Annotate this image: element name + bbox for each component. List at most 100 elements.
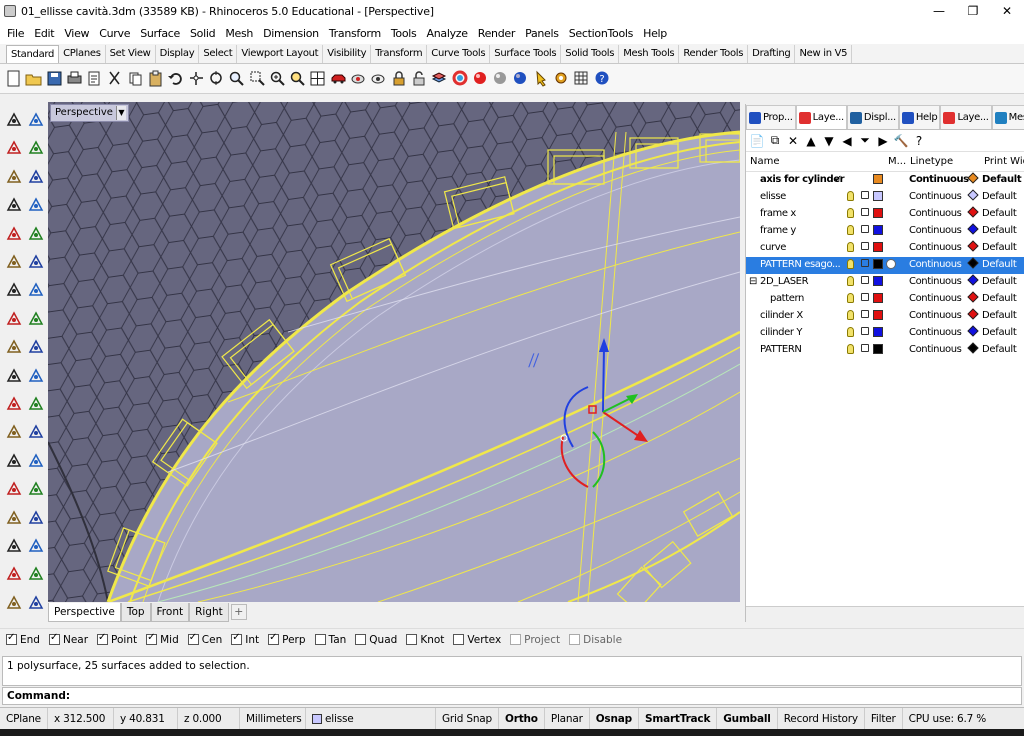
- move-down-icon[interactable]: ▼: [822, 134, 836, 148]
- car-icon[interactable]: [329, 68, 348, 89]
- toolbar-tab-curve-tools[interactable]: Curve Tools: [427, 45, 491, 63]
- toolbar-tab-mesh-tools[interactable]: Mesh Tools: [619, 45, 680, 63]
- layer-visibility-bulb-icon[interactable]: [847, 225, 854, 235]
- add-viewport-tab-button[interactable]: +: [230, 604, 247, 620]
- menu-surface[interactable]: Surface: [135, 27, 185, 40]
- osnap-int[interactable]: Int: [231, 632, 259, 646]
- layer-visibility-bulb-icon[interactable]: [847, 327, 854, 337]
- sphere-icon[interactable]: [26, 280, 46, 300]
- toolbar-tab-surface-tools[interactable]: Surface Tools: [490, 45, 562, 63]
- close-button[interactable]: ✕: [990, 0, 1024, 22]
- four-view-icon[interactable]: [308, 68, 327, 89]
- import-icon[interactable]: [85, 68, 104, 89]
- zoom-dynamic-icon[interactable]: [227, 68, 246, 89]
- toolbar-tab-drafting[interactable]: Drafting: [748, 45, 796, 63]
- check-icon[interactable]: [26, 536, 46, 556]
- grid-snap-toggle[interactable]: Grid Snap: [436, 707, 499, 730]
- help-icon[interactable]: ?: [593, 68, 612, 89]
- osnap-checkbox[interactable]: [146, 632, 158, 645]
- layer-lock-icon[interactable]: [861, 293, 869, 301]
- osnap-tan[interactable]: Tan: [314, 634, 346, 646]
- ortho-toggle[interactable]: Ortho: [499, 707, 545, 730]
- column-linetype[interactable]: Linetype: [910, 156, 953, 167]
- layer-visibility-bulb-icon[interactable]: [847, 276, 854, 286]
- layer-row[interactable]: PATTERN Continuous Default: [746, 342, 1024, 359]
- unlock-icon[interactable]: [410, 68, 429, 89]
- cylinder-icon[interactable]: [4, 309, 24, 329]
- column-material[interactable]: M...: [888, 156, 906, 167]
- layer-icon[interactable]: [430, 68, 449, 89]
- layer-row[interactable]: ⊟ 2D_LASER Continuous Default: [746, 274, 1024, 291]
- new-icon[interactable]: [4, 68, 23, 89]
- layer-row[interactable]: elisse Continuous Default: [746, 189, 1024, 206]
- print-color-diamond-icon[interactable]: [967, 206, 979, 218]
- layer-linetype[interactable]: Continuous: [909, 242, 962, 253]
- layer-color-swatch[interactable]: [873, 327, 883, 337]
- menu-render[interactable]: Render: [473, 27, 520, 40]
- zoom-selected-icon[interactable]: [288, 68, 307, 89]
- layer-linetype[interactable]: Continuous: [909, 191, 962, 202]
- print-color-diamond-icon[interactable]: [967, 172, 979, 184]
- print-icon[interactable]: [65, 68, 84, 89]
- layer-color-swatch[interactable]: [873, 174, 883, 184]
- layer-print-width[interactable]: Default: [982, 225, 1017, 236]
- surface-icon[interactable]: [4, 252, 24, 272]
- new-layer-icon[interactable]: 📄: [750, 134, 765, 148]
- save-icon[interactable]: [45, 68, 64, 89]
- paint-icon[interactable]: [26, 593, 46, 613]
- osnap-perp[interactable]: Perp: [268, 632, 306, 646]
- viewport-tab-top[interactable]: Top: [120, 603, 151, 622]
- light-icon[interactable]: [532, 68, 551, 89]
- layer-print-width[interactable]: Default: [982, 344, 1017, 355]
- layer-print-width[interactable]: Default: [982, 191, 1017, 202]
- panel-tab-layers-2[interactable]: Laye...: [940, 105, 992, 129]
- boolean-icon[interactable]: [4, 337, 24, 357]
- layer-linetype[interactable]: Continuous: [909, 174, 969, 185]
- viewport-tab-right[interactable]: Right: [189, 603, 229, 622]
- menu-view[interactable]: View: [59, 27, 94, 40]
- toolbar-tab-solid-tools[interactable]: Solid Tools: [561, 45, 620, 63]
- select-icon[interactable]: [4, 110, 24, 130]
- osnap-checkbox[interactable]: [187, 632, 199, 645]
- freeform-icon[interactable]: [26, 224, 46, 244]
- mirror-icon[interactable]: [26, 479, 46, 499]
- panel-tab-mesh[interactable]: Mesh...: [991, 105, 1024, 129]
- toolbar-tab-transform[interactable]: Transform: [371, 45, 428, 63]
- menu-transform[interactable]: Transform: [324, 27, 386, 40]
- layer-visibility-bulb-icon[interactable]: [847, 208, 854, 218]
- blue-sphere-icon[interactable]: [511, 68, 530, 89]
- gumball-toggle[interactable]: Gumball: [717, 707, 778, 730]
- mesh-icon[interactable]: [26, 309, 46, 329]
- move-out-icon[interactable]: ◀: [840, 134, 854, 148]
- filter-toggle[interactable]: Filter: [865, 707, 903, 730]
- osnap-vertex[interactable]: Vertex: [453, 634, 501, 646]
- print-color-diamond-icon[interactable]: [967, 291, 979, 303]
- zoom-window-icon[interactable]: [248, 68, 267, 89]
- menu-curve[interactable]: Curve: [94, 27, 135, 40]
- layer-visibility-bulb-icon[interactable]: [847, 259, 854, 269]
- rectangle-icon[interactable]: [26, 195, 46, 215]
- new-sublayer-icon[interactable]: ⧉: [768, 133, 782, 148]
- print-color-diamond-icon[interactable]: [967, 325, 979, 337]
- toolbar-tab-select[interactable]: Select: [199, 45, 238, 63]
- layer-print-width[interactable]: Default: [982, 276, 1017, 287]
- layer-lock-icon[interactable]: [861, 327, 869, 335]
- layer-print-width[interactable]: Default: [982, 310, 1017, 321]
- analyze-icon[interactable]: [26, 508, 46, 528]
- tools-icon[interactable]: 🔨: [894, 134, 909, 148]
- column-print-width[interactable]: Print Width: [984, 156, 1024, 167]
- offset-icon[interactable]: [26, 422, 46, 442]
- toolbar-tab-viewport-layout[interactable]: Viewport Layout: [237, 45, 324, 63]
- menu-panels[interactable]: Panels: [520, 27, 564, 40]
- ellipse-icon[interactable]: [4, 224, 24, 244]
- osnap-checkbox[interactable]: [231, 632, 243, 645]
- layer-row[interactable]: frame x Continuous Default: [746, 206, 1024, 223]
- layer-linetype[interactable]: Continuous: [909, 344, 962, 355]
- gray-sphere-icon[interactable]: [491, 68, 510, 89]
- zoom-extents-icon[interactable]: [268, 68, 287, 89]
- layer-color-swatch[interactable]: [873, 276, 883, 286]
- layer-linetype[interactable]: Continuous: [909, 293, 962, 304]
- planar-toggle[interactable]: Planar: [545, 707, 590, 730]
- status-units[interactable]: Millimeters: [240, 707, 306, 730]
- rotate-icon[interactable]: [26, 366, 46, 386]
